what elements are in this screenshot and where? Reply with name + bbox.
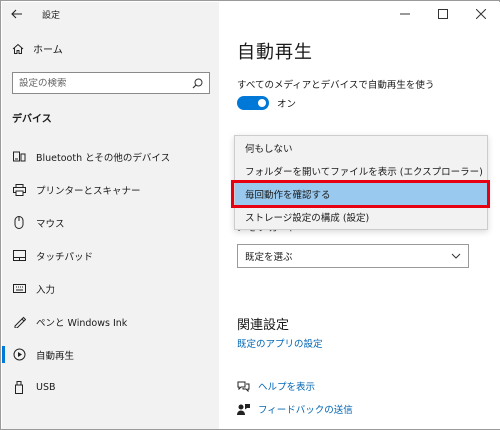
sidebar-item-input[interactable]: 入力	[2, 272, 219, 305]
sidebar-item-usb[interactable]: USB	[2, 371, 219, 404]
sidebar-item-label: USB	[36, 382, 56, 393]
sidebar-item-label: Bluetooth とその他のデバイス	[36, 152, 171, 164]
option-configure-storage[interactable]: ストレージ設定の構成 (設定)	[235, 205, 487, 228]
search-box[interactable]	[12, 72, 210, 94]
sidebar-item-touchpad[interactable]: タッチパッド	[2, 239, 219, 272]
close-icon	[476, 9, 486, 19]
keyboard-icon	[12, 282, 26, 296]
window-controls	[386, 2, 500, 26]
mouse-icon	[12, 216, 26, 230]
autoplay-toggle-row: オン	[237, 96, 296, 110]
usb-icon	[12, 381, 26, 395]
nav-list: Bluetooth とその他のデバイス プリンターとスキャナー マウス タッチパ…	[2, 140, 219, 404]
autoplay-label: すべてのメディアとデバイスで自動再生を使う	[237, 80, 435, 91]
chevron-down-icon	[451, 253, 461, 259]
autoplay-toggle[interactable]	[237, 96, 269, 110]
sidebar-item-label: 入力	[36, 284, 56, 296]
sidebar-item-autoplay[interactable]: 自動再生	[2, 338, 219, 371]
nav-home[interactable]: ホーム	[12, 41, 63, 56]
feedback-link[interactable]: フィードバックの送信	[237, 402, 353, 416]
title-bar: 設定	[2, 2, 219, 26]
help-link-label: ヘルプを表示	[258, 382, 316, 393]
related-settings-title: 関連設定	[237, 318, 290, 333]
sidebar-item-label: マウス	[36, 218, 65, 230]
help-icon	[237, 381, 250, 392]
autoplay-icon	[12, 348, 26, 362]
minimize-button[interactable]	[386, 2, 424, 26]
page-title: 自動再生	[237, 42, 313, 63]
search-icon[interactable]	[192, 78, 203, 89]
pen-icon	[12, 315, 26, 329]
feedback-link-label: フィードバックの送信	[258, 405, 353, 416]
option-open-folder[interactable]: フォルダーを開いてファイルを表示 (エクスプローラー)	[235, 159, 487, 182]
maximize-icon	[438, 9, 448, 19]
sidebar-item-label: タッチパッド	[36, 251, 94, 263]
home-icon	[12, 43, 24, 54]
help-link[interactable]: ヘルプを表示	[237, 379, 315, 393]
highlight-frame	[231, 180, 490, 208]
minimize-icon	[400, 13, 410, 15]
main-content: 自動再生 すべてのメディアとデバイスで自動再生を使う オン メモリ カード 既定…	[219, 2, 500, 429]
sidebar-item-label: プリンターとスキャナー	[36, 185, 141, 197]
option-do-nothing[interactable]: 何もしない	[235, 136, 487, 159]
memory-card-select[interactable]: 既定を選ぶ	[237, 244, 469, 268]
memory-card-select-value: 既定を選ぶ	[245, 252, 293, 263]
back-arrow-icon	[11, 9, 22, 19]
maximize-button[interactable]	[424, 2, 462, 26]
nav-home-label: ホーム	[33, 45, 63, 56]
sidebar-item-mouse[interactable]: マウス	[2, 206, 219, 239]
back-button[interactable]	[2, 2, 32, 26]
toggle-state-label: オン	[277, 99, 297, 110]
sidebar-item-label: ペンと Windows Ink	[36, 317, 128, 329]
search-input[interactable]	[19, 77, 189, 89]
feedback-icon	[237, 403, 250, 415]
touchpad-icon	[12, 249, 26, 263]
default-apps-link[interactable]: 既定のアプリの設定	[237, 336, 323, 350]
app-title: 設定	[42, 10, 61, 21]
close-button[interactable]	[462, 2, 500, 26]
sidebar-item-printers[interactable]: プリンターとスキャナー	[2, 173, 219, 206]
sidebar-item-label: 自動再生	[36, 350, 75, 362]
printer-icon	[12, 183, 26, 197]
settings-window: 設定 ホーム デバイス Bluetooth とその他のデバイス プリンターとスキ	[0, 0, 500, 430]
sidebar-item-pen[interactable]: ペンと Windows Ink	[2, 305, 219, 338]
sidebar: 設定 ホーム デバイス Bluetooth とその他のデバイス プリンターとスキ	[2, 2, 219, 429]
section-title: デバイス	[12, 114, 52, 125]
sidebar-item-bluetooth[interactable]: Bluetooth とその他のデバイス	[2, 140, 219, 173]
bluetooth-devices-icon	[12, 150, 26, 164]
